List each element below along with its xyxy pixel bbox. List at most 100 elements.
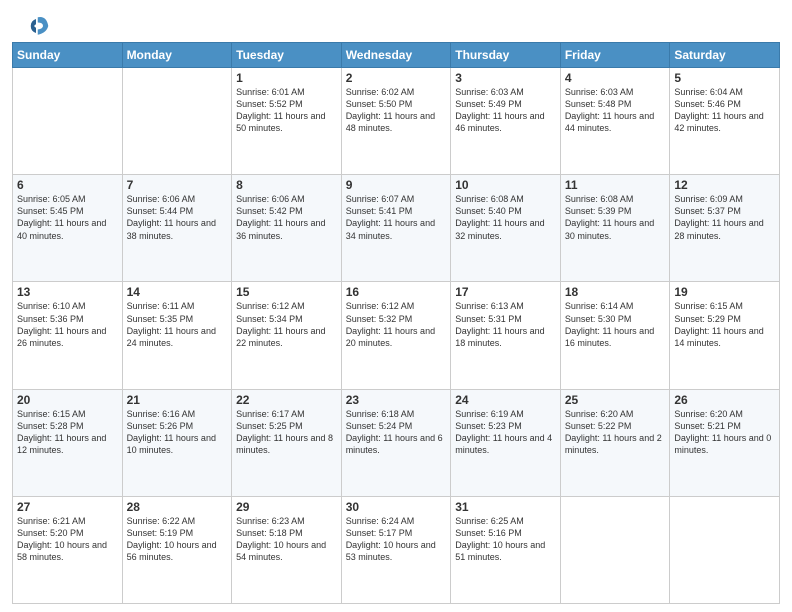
day-number: 14	[127, 285, 228, 299]
day-number: 25	[565, 393, 666, 407]
week-row-2: 6Sunrise: 6:05 AMSunset: 5:45 PMDaylight…	[13, 175, 780, 282]
day-number: 13	[17, 285, 118, 299]
day-number: 17	[455, 285, 556, 299]
cell-text: Sunrise: 6:15 AMSunset: 5:29 PMDaylight:…	[674, 300, 775, 349]
calendar-page: SundayMondayTuesdayWednesdayThursdayFrid…	[0, 0, 792, 612]
day-number: 28	[127, 500, 228, 514]
logo	[18, 12, 50, 36]
cell-text: Sunrise: 6:15 AMSunset: 5:28 PMDaylight:…	[17, 408, 118, 457]
day-number: 8	[236, 178, 337, 192]
calendar-cell: 23Sunrise: 6:18 AMSunset: 5:24 PMDayligh…	[341, 389, 451, 496]
calendar-cell: 14Sunrise: 6:11 AMSunset: 5:35 PMDayligh…	[122, 282, 232, 389]
day-number: 7	[127, 178, 228, 192]
calendar-cell: 7Sunrise: 6:06 AMSunset: 5:44 PMDaylight…	[122, 175, 232, 282]
cell-text: Sunrise: 6:04 AMSunset: 5:46 PMDaylight:…	[674, 86, 775, 135]
week-row-4: 20Sunrise: 6:15 AMSunset: 5:28 PMDayligh…	[13, 389, 780, 496]
calendar-cell: 28Sunrise: 6:22 AMSunset: 5:19 PMDayligh…	[122, 496, 232, 603]
day-number: 23	[346, 393, 447, 407]
calendar-cell: 13Sunrise: 6:10 AMSunset: 5:36 PMDayligh…	[13, 282, 123, 389]
day-number: 19	[674, 285, 775, 299]
calendar-cell: 30Sunrise: 6:24 AMSunset: 5:17 PMDayligh…	[341, 496, 451, 603]
calendar-cell: 19Sunrise: 6:15 AMSunset: 5:29 PMDayligh…	[670, 282, 780, 389]
day-number: 20	[17, 393, 118, 407]
cell-text: Sunrise: 6:16 AMSunset: 5:26 PMDaylight:…	[127, 408, 228, 457]
day-number: 4	[565, 71, 666, 85]
cell-text: Sunrise: 6:03 AMSunset: 5:48 PMDaylight:…	[565, 86, 666, 135]
calendar-cell: 20Sunrise: 6:15 AMSunset: 5:28 PMDayligh…	[13, 389, 123, 496]
cell-text: Sunrise: 6:20 AMSunset: 5:21 PMDaylight:…	[674, 408, 775, 457]
cell-text: Sunrise: 6:13 AMSunset: 5:31 PMDaylight:…	[455, 300, 556, 349]
day-number: 22	[236, 393, 337, 407]
calendar-cell: 6Sunrise: 6:05 AMSunset: 5:45 PMDaylight…	[13, 175, 123, 282]
calendar-cell	[122, 68, 232, 175]
cell-text: Sunrise: 6:18 AMSunset: 5:24 PMDaylight:…	[346, 408, 447, 457]
calendar-cell: 18Sunrise: 6:14 AMSunset: 5:30 PMDayligh…	[560, 282, 670, 389]
logo-icon	[22, 12, 50, 40]
calendar-cell: 24Sunrise: 6:19 AMSunset: 5:23 PMDayligh…	[451, 389, 561, 496]
calendar-cell: 26Sunrise: 6:20 AMSunset: 5:21 PMDayligh…	[670, 389, 780, 496]
day-number: 29	[236, 500, 337, 514]
cell-text: Sunrise: 6:20 AMSunset: 5:22 PMDaylight:…	[565, 408, 666, 457]
day-number: 10	[455, 178, 556, 192]
weekday-header-row: SundayMondayTuesdayWednesdayThursdayFrid…	[13, 43, 780, 68]
cell-text: Sunrise: 6:06 AMSunset: 5:44 PMDaylight:…	[127, 193, 228, 242]
day-number: 30	[346, 500, 447, 514]
calendar-table: SundayMondayTuesdayWednesdayThursdayFrid…	[12, 42, 780, 604]
day-number: 26	[674, 393, 775, 407]
weekday-header-monday: Monday	[122, 43, 232, 68]
calendar-cell: 15Sunrise: 6:12 AMSunset: 5:34 PMDayligh…	[232, 282, 342, 389]
cell-text: Sunrise: 6:11 AMSunset: 5:35 PMDaylight:…	[127, 300, 228, 349]
calendar-cell	[13, 68, 123, 175]
cell-text: Sunrise: 6:19 AMSunset: 5:23 PMDaylight:…	[455, 408, 556, 457]
cell-text: Sunrise: 6:23 AMSunset: 5:18 PMDaylight:…	[236, 515, 337, 564]
weekday-header-wednesday: Wednesday	[341, 43, 451, 68]
calendar-cell: 2Sunrise: 6:02 AMSunset: 5:50 PMDaylight…	[341, 68, 451, 175]
calendar-cell: 31Sunrise: 6:25 AMSunset: 5:16 PMDayligh…	[451, 496, 561, 603]
calendar-cell: 21Sunrise: 6:16 AMSunset: 5:26 PMDayligh…	[122, 389, 232, 496]
cell-text: Sunrise: 6:09 AMSunset: 5:37 PMDaylight:…	[674, 193, 775, 242]
day-number: 27	[17, 500, 118, 514]
weekday-header-saturday: Saturday	[670, 43, 780, 68]
cell-text: Sunrise: 6:12 AMSunset: 5:34 PMDaylight:…	[236, 300, 337, 349]
weekday-header-sunday: Sunday	[13, 43, 123, 68]
day-number: 5	[674, 71, 775, 85]
weekday-header-thursday: Thursday	[451, 43, 561, 68]
calendar-cell: 22Sunrise: 6:17 AMSunset: 5:25 PMDayligh…	[232, 389, 342, 496]
cell-text: Sunrise: 6:05 AMSunset: 5:45 PMDaylight:…	[17, 193, 118, 242]
calendar-cell: 17Sunrise: 6:13 AMSunset: 5:31 PMDayligh…	[451, 282, 561, 389]
cell-text: Sunrise: 6:24 AMSunset: 5:17 PMDaylight:…	[346, 515, 447, 564]
calendar-cell: 16Sunrise: 6:12 AMSunset: 5:32 PMDayligh…	[341, 282, 451, 389]
calendar-cell: 9Sunrise: 6:07 AMSunset: 5:41 PMDaylight…	[341, 175, 451, 282]
day-number: 12	[674, 178, 775, 192]
cell-text: Sunrise: 6:10 AMSunset: 5:36 PMDaylight:…	[17, 300, 118, 349]
calendar-cell: 10Sunrise: 6:08 AMSunset: 5:40 PMDayligh…	[451, 175, 561, 282]
calendar-cell: 4Sunrise: 6:03 AMSunset: 5:48 PMDaylight…	[560, 68, 670, 175]
calendar-cell	[560, 496, 670, 603]
day-number: 31	[455, 500, 556, 514]
calendar-cell: 12Sunrise: 6:09 AMSunset: 5:37 PMDayligh…	[670, 175, 780, 282]
cell-text: Sunrise: 6:17 AMSunset: 5:25 PMDaylight:…	[236, 408, 337, 457]
cell-text: Sunrise: 6:22 AMSunset: 5:19 PMDaylight:…	[127, 515, 228, 564]
day-number: 11	[565, 178, 666, 192]
calendar-cell: 29Sunrise: 6:23 AMSunset: 5:18 PMDayligh…	[232, 496, 342, 603]
cell-text: Sunrise: 6:25 AMSunset: 5:16 PMDaylight:…	[455, 515, 556, 564]
day-number: 18	[565, 285, 666, 299]
cell-text: Sunrise: 6:08 AMSunset: 5:39 PMDaylight:…	[565, 193, 666, 242]
day-number: 15	[236, 285, 337, 299]
calendar-cell: 11Sunrise: 6:08 AMSunset: 5:39 PMDayligh…	[560, 175, 670, 282]
calendar-cell: 25Sunrise: 6:20 AMSunset: 5:22 PMDayligh…	[560, 389, 670, 496]
calendar-cell	[670, 496, 780, 603]
day-number: 16	[346, 285, 447, 299]
calendar-cell: 1Sunrise: 6:01 AMSunset: 5:52 PMDaylight…	[232, 68, 342, 175]
calendar-cell: 5Sunrise: 6:04 AMSunset: 5:46 PMDaylight…	[670, 68, 780, 175]
day-number: 21	[127, 393, 228, 407]
calendar-cell: 8Sunrise: 6:06 AMSunset: 5:42 PMDaylight…	[232, 175, 342, 282]
cell-text: Sunrise: 6:08 AMSunset: 5:40 PMDaylight:…	[455, 193, 556, 242]
cell-text: Sunrise: 6:21 AMSunset: 5:20 PMDaylight:…	[17, 515, 118, 564]
cell-text: Sunrise: 6:01 AMSunset: 5:52 PMDaylight:…	[236, 86, 337, 135]
cell-text: Sunrise: 6:02 AMSunset: 5:50 PMDaylight:…	[346, 86, 447, 135]
week-row-3: 13Sunrise: 6:10 AMSunset: 5:36 PMDayligh…	[13, 282, 780, 389]
day-number: 24	[455, 393, 556, 407]
calendar-cell: 27Sunrise: 6:21 AMSunset: 5:20 PMDayligh…	[13, 496, 123, 603]
cell-text: Sunrise: 6:14 AMSunset: 5:30 PMDaylight:…	[565, 300, 666, 349]
